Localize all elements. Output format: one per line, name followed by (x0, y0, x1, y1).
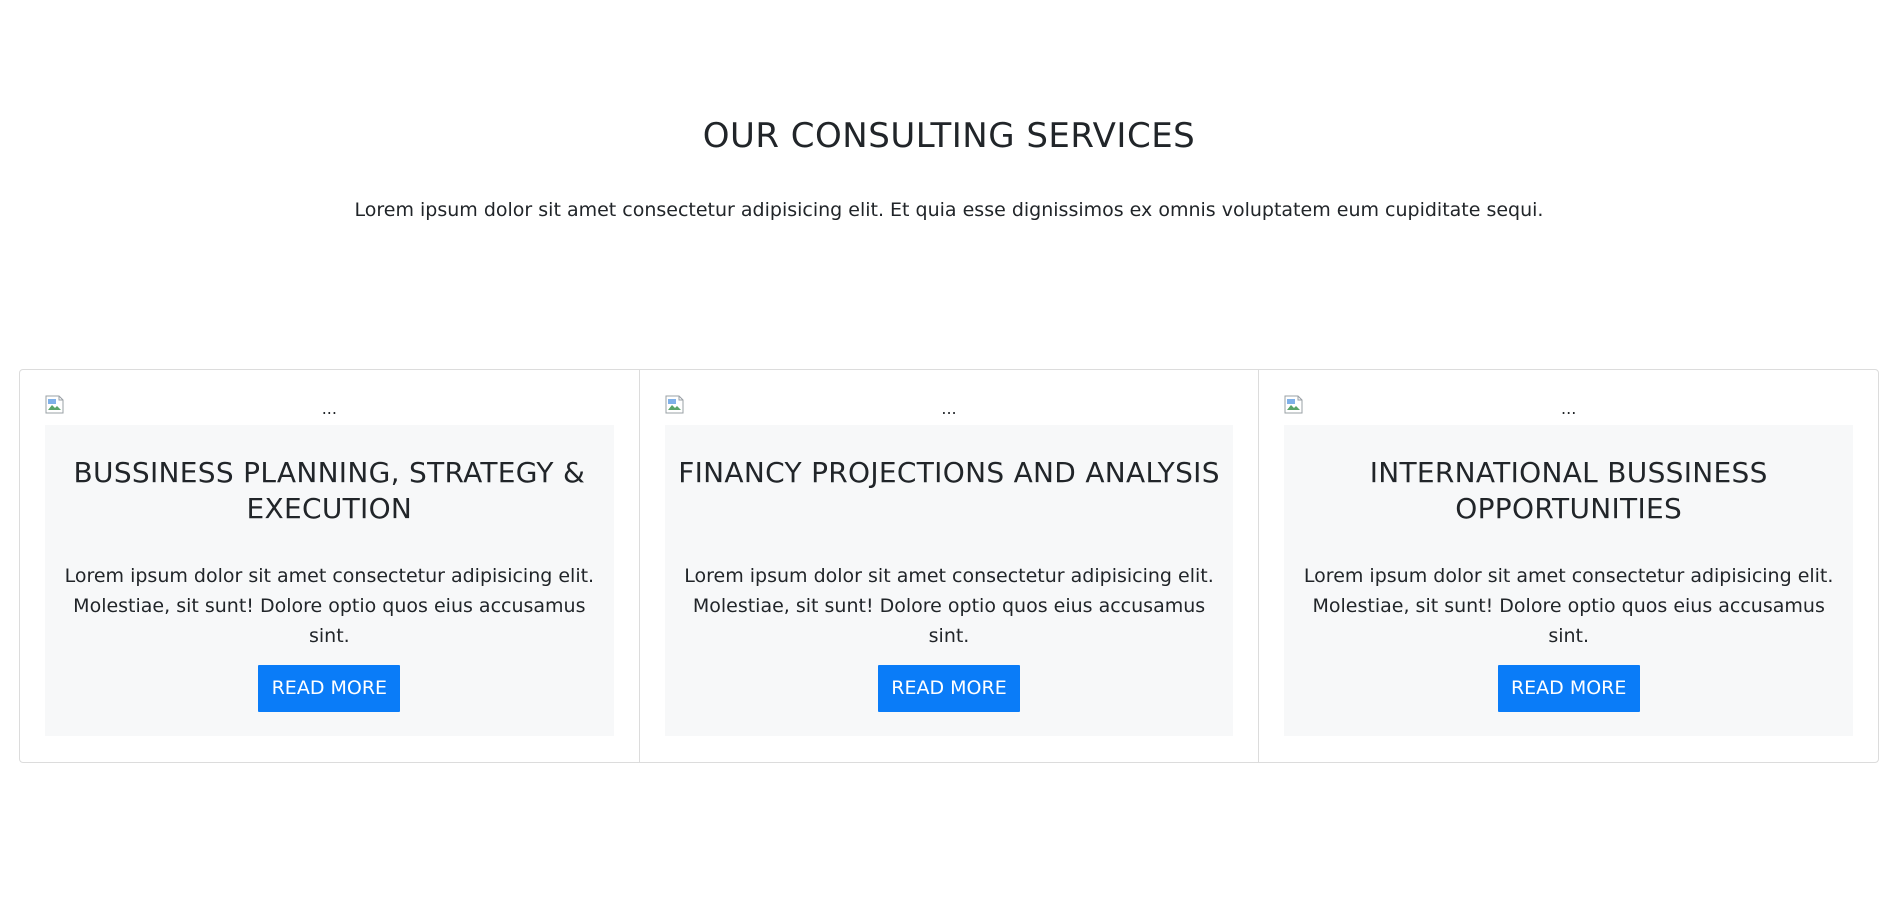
card-image: ... (1284, 395, 1853, 425)
service-card-financy: ... FINANCY PROJECTIONS AND ANALYSIS Lor… (638, 370, 1259, 762)
card-image: ... (45, 395, 614, 425)
card-title: INTERNATIONAL BUSSINESS OPPORTUNITIES (1369, 456, 1768, 525)
read-more-button[interactable]: READ MORE (878, 665, 1020, 712)
service-card-planning: ... BUSSINESS PLANNING, STRATEGY & EXECU… (20, 370, 639, 762)
card-body: INTERNATIONAL BUSSINESS OPPORTUNITIES Lo… (1284, 425, 1854, 736)
card-title: FINANCY PROJECTIONS AND ANALYSIS (678, 456, 1220, 489)
card-image: ... (665, 395, 1234, 425)
card-text: Lorem ipsum dolor sit amet consectetur a… (64, 565, 595, 647)
section-title: OUR CONSULTING SERVICES (702, 116, 1196, 156)
card-text: Lorem ipsum dolor sit amet consectetur a… (684, 565, 1214, 647)
read-more-button[interactable]: READ MORE (258, 665, 401, 712)
read-more-button[interactable]: READ MORE (1497, 665, 1640, 712)
card-title: BUSSINESS PLANNING, STRATEGY & EXECUTION (73, 456, 586, 525)
section-subtitle: Lorem ipsum dolor sit amet consectetur a… (354, 199, 1544, 221)
image-alt-text: ... (1561, 399, 1577, 418)
card-text: Lorem ipsum dolor sit amet consectetur a… (1303, 565, 1834, 647)
card-body: BUSSINESS PLANNING, STRATEGY & EXECUTION… (45, 425, 614, 736)
image-alt-text: ... (941, 399, 957, 418)
card-body: FINANCY PROJECTIONS AND ANALYSIS Lorem i… (664, 425, 1234, 736)
image-alt-text: ... (321, 399, 337, 418)
services-card-group: ... BUSSINESS PLANNING, STRATEGY & EXECU… (19, 369, 1879, 763)
service-card-international: ... INTERNATIONAL BUSSINESS OPPORTUNITIE… (1258, 370, 1878, 762)
